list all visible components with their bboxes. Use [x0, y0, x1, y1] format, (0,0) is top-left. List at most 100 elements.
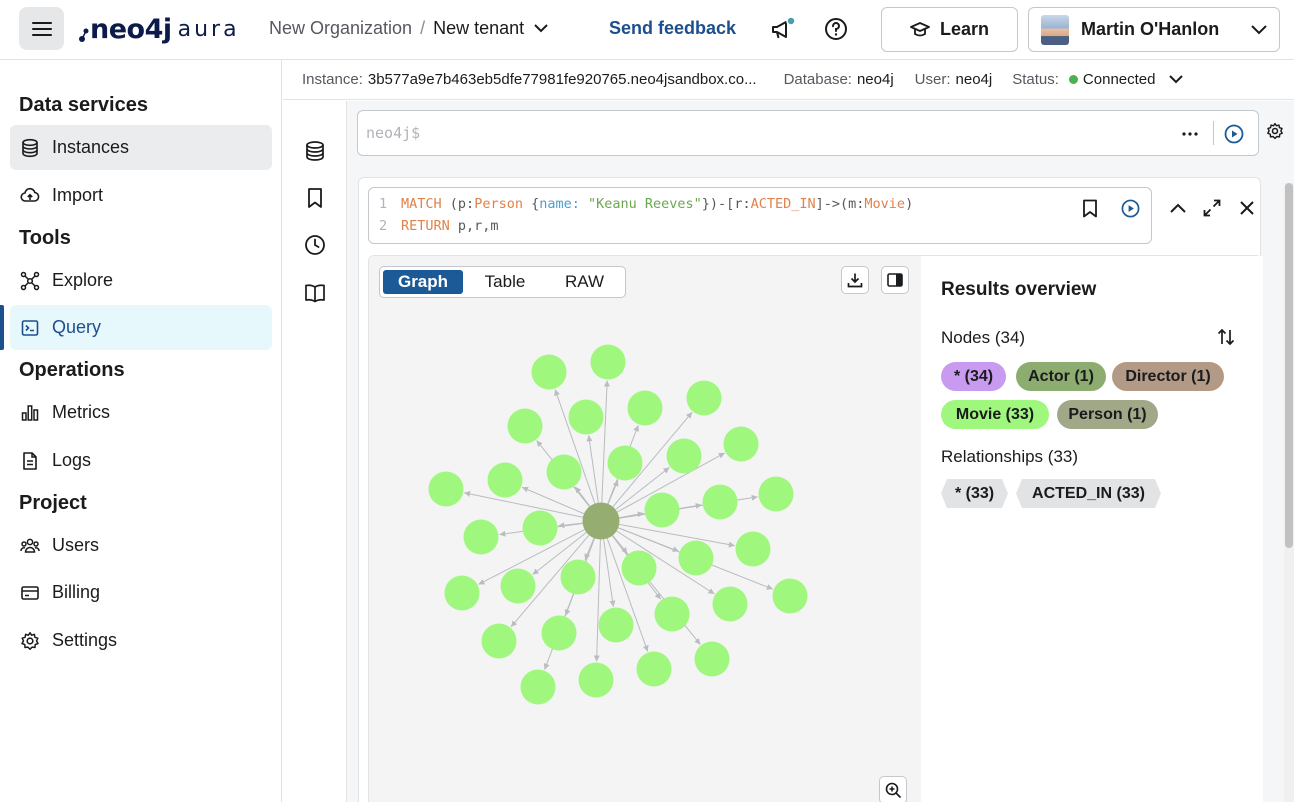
- movie-node[interactable]: [723, 426, 759, 462]
- movie-node[interactable]: [598, 607, 634, 643]
- breadcrumb-organization[interactable]: New Organization: [269, 18, 412, 39]
- movie-node[interactable]: [758, 476, 794, 512]
- relationship-edge[interactable]: [601, 380, 610, 503]
- movie-node[interactable]: [546, 454, 582, 490]
- movie-node[interactable]: [636, 651, 672, 687]
- movie-node[interactable]: [607, 445, 643, 481]
- movie-node[interactable]: [541, 615, 577, 651]
- scrollbar-thumb[interactable]: [1285, 183, 1293, 548]
- rel-chip-acted-in[interactable]: ACTED_IN (33): [1016, 479, 1161, 508]
- movie-node[interactable]: [507, 408, 543, 444]
- node-chip-director[interactable]: Director (1): [1112, 362, 1224, 391]
- announcements-button[interactable]: [766, 14, 798, 46]
- relationship-edge[interactable]: [603, 539, 616, 607]
- bookmark-icon: [1083, 199, 1097, 217]
- sidebar-item-explore[interactable]: Explore: [10, 258, 272, 303]
- movie-node[interactable]: [627, 390, 663, 426]
- node-chip-movie[interactable]: Movie (33): [941, 400, 1049, 429]
- history-button[interactable]: [301, 231, 329, 259]
- movie-node[interactable]: [463, 519, 499, 555]
- movie-node[interactable]: [621, 550, 657, 586]
- close-result-button[interactable]: [1236, 197, 1258, 219]
- tab-table[interactable]: Table: [465, 270, 545, 294]
- relationship-edge[interactable]: [574, 486, 591, 507]
- relationship-edge[interactable]: [586, 435, 599, 503]
- chevron-down-icon[interactable]: [1169, 75, 1184, 84]
- fullscreen-result-button[interactable]: [1201, 197, 1223, 219]
- nodes-count-label: Nodes (34): [941, 328, 1026, 347]
- editor-more-button[interactable]: [1178, 122, 1202, 146]
- relationship-edge[interactable]: [464, 491, 583, 518]
- movie-node[interactable]: [678, 540, 714, 576]
- tab-raw[interactable]: RAW: [547, 270, 622, 294]
- movie-node[interactable]: [560, 559, 596, 595]
- sidebar-item-import[interactable]: Import: [10, 173, 272, 218]
- docs-button[interactable]: [301, 279, 329, 307]
- movie-node[interactable]: [444, 575, 480, 611]
- movie-node[interactable]: [686, 380, 722, 416]
- sidebar-item-billing[interactable]: Billing: [10, 570, 272, 615]
- movie-node[interactable]: [666, 438, 702, 474]
- toggle-overview-button[interactable]: [881, 266, 909, 294]
- sidebar-item-instances[interactable]: Instances: [10, 125, 272, 170]
- movie-node[interactable]: [772, 578, 808, 614]
- person-node[interactable]: [582, 502, 620, 540]
- send-feedback-link[interactable]: Send feedback: [609, 18, 736, 39]
- executed-query[interactable]: 1 MATCH (p:Person {name: "Keanu Reeves"})…: [368, 187, 1152, 244]
- collapse-result-button[interactable]: [1167, 197, 1189, 219]
- graduation-cap-icon: [910, 21, 930, 36]
- movie-node[interactable]: [520, 669, 556, 705]
- hamburger-menu-button[interactable]: [19, 7, 64, 50]
- movie-node[interactable]: [522, 510, 558, 546]
- relationship-edge[interactable]: [521, 486, 585, 515]
- editor-settings-button[interactable]: [1265, 121, 1285, 141]
- movie-node[interactable]: [694, 641, 730, 677]
- saved-cypher-button[interactable]: [301, 184, 329, 212]
- graph-visualization[interactable]: [369, 256, 921, 802]
- page-scrollbar[interactable]: [1284, 183, 1294, 802]
- help-button[interactable]: [822, 15, 850, 43]
- breadcrumb-tenant[interactable]: New tenant: [433, 18, 524, 39]
- movie-node[interactable]: [735, 531, 771, 567]
- database-panel-button[interactable]: [301, 137, 329, 165]
- node-chip-all[interactable]: * (34): [941, 362, 1006, 391]
- bookmark-icon: [308, 188, 322, 208]
- movie-node[interactable]: [654, 596, 690, 632]
- run-query-button[interactable]: [1222, 122, 1246, 146]
- movie-node[interactable]: [500, 568, 536, 604]
- sidebar-item-metrics[interactable]: Metrics: [10, 390, 272, 435]
- movie-node[interactable]: [702, 484, 738, 520]
- chevron-down-icon[interactable]: [534, 24, 548, 33]
- sidebar-item-settings[interactable]: Settings: [10, 618, 272, 663]
- sort-button[interactable]: [1215, 326, 1237, 348]
- save-query-button[interactable]: [1079, 197, 1101, 219]
- movie-node[interactable]: [531, 354, 567, 390]
- download-button[interactable]: [841, 266, 869, 294]
- learn-button[interactable]: Learn: [881, 7, 1018, 52]
- logo-suffix: aura: [177, 16, 240, 42]
- section-title-tools: Tools: [19, 227, 71, 249]
- relationship-edge[interactable]: [607, 479, 619, 505]
- movie-node[interactable]: [644, 492, 680, 528]
- sidebar-item-logs[interactable]: Logs: [10, 438, 272, 483]
- user-menu-button[interactable]: Martin O'Hanlon: [1028, 7, 1280, 52]
- node-chip-person[interactable]: Person (1): [1057, 400, 1158, 429]
- movie-node[interactable]: [481, 623, 517, 659]
- rel-chip-all[interactable]: * (33): [941, 479, 1008, 508]
- cypher-editor[interactable]: neo4j$: [357, 110, 1259, 156]
- node-chip-actor[interactable]: Actor (1): [1016, 362, 1106, 391]
- relationship-edge[interactable]: [593, 539, 601, 662]
- movie-node[interactable]: [568, 399, 604, 435]
- movie-node[interactable]: [578, 662, 614, 698]
- tab-graph[interactable]: Graph: [383, 270, 463, 294]
- movie-node[interactable]: [590, 344, 626, 380]
- movie-node[interactable]: [487, 462, 523, 498]
- sidebar-item-query[interactable]: Query: [0, 305, 272, 350]
- rerun-query-button[interactable]: [1119, 197, 1141, 219]
- movie-node[interactable]: [712, 586, 748, 622]
- neo4j-aura-logo[interactable]: neo4j aura: [78, 14, 240, 45]
- zoom-in-button[interactable]: [879, 776, 907, 802]
- movie-node[interactable]: [428, 471, 464, 507]
- sidebar-item-users[interactable]: Users: [10, 523, 272, 568]
- relationship-edge[interactable]: [584, 537, 595, 561]
